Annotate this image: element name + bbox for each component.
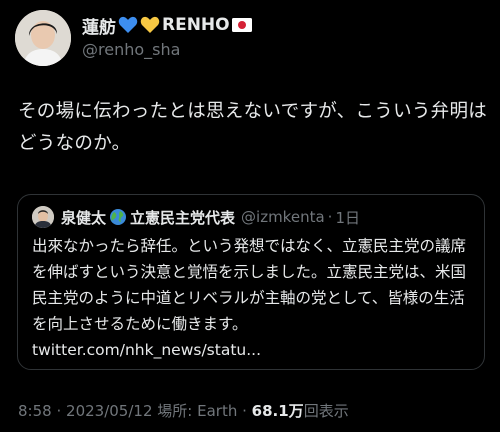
view-count-label: 回表示 xyxy=(303,402,349,420)
quote-link[interactable]: twitter.com/nhk_news/statu... xyxy=(32,341,261,359)
author-name-suffix: RENHO xyxy=(162,15,230,35)
quote-separator: · xyxy=(327,208,333,226)
tweet-meta: 8:58 · 2023/05/12 場所: Earth · 68.1万回表示 xyxy=(18,400,349,421)
quote-author-name[interactable]: 泉健太 xyxy=(61,207,106,228)
tweet-date[interactable]: 2023/05/12 xyxy=(66,402,152,420)
japan-flag-icon xyxy=(231,18,252,32)
blue-heart-icon xyxy=(118,16,138,34)
meta-separator: · xyxy=(242,402,247,420)
tweet-text: その場に伝わったとは思えないですが、こういう弁明はどうなのか。 xyxy=(18,101,488,154)
quote-author-handle[interactable]: @izmkenta xyxy=(241,208,325,226)
author-name[interactable]: 蓮舫 xyxy=(82,13,116,38)
globe-icon xyxy=(109,208,127,226)
quote-header: 泉健太 立憲民主党代表 @izmkenta · 1日 xyxy=(61,206,360,228)
quote-author-avatar[interactable] xyxy=(32,206,54,228)
tweet-location[interactable]: 場所: Earth xyxy=(157,402,237,420)
view-count: 68.1万 xyxy=(251,402,304,420)
tweet-time[interactable]: 8:58 xyxy=(18,402,52,420)
quote-text-block: 出來なかったら辞任。という発想ではなく、立憲民主党の議席を伸ばすという決意と覚悟… xyxy=(32,233,472,363)
quoted-tweet[interactable]: 泉健太 立憲民主党代表 @izmkenta · 1日 出來なかったら辞任。という… xyxy=(17,194,485,370)
author-avatar[interactable] xyxy=(15,10,71,66)
yellow-heart-icon xyxy=(140,16,160,34)
author-handle[interactable]: @renho_sha xyxy=(82,40,180,59)
meta-separator: · xyxy=(56,402,62,420)
quote-time[interactable]: 1日 xyxy=(335,207,360,228)
author-name-row[interactable]: 蓮舫 RENHO xyxy=(82,13,252,38)
quote-author-org: 立憲民主党代表 xyxy=(130,208,236,227)
quote-text: 出來なかったら辞任。という発想ではなく、立憲民主党の議席を伸ばすという決意と覚悟… xyxy=(32,237,467,333)
